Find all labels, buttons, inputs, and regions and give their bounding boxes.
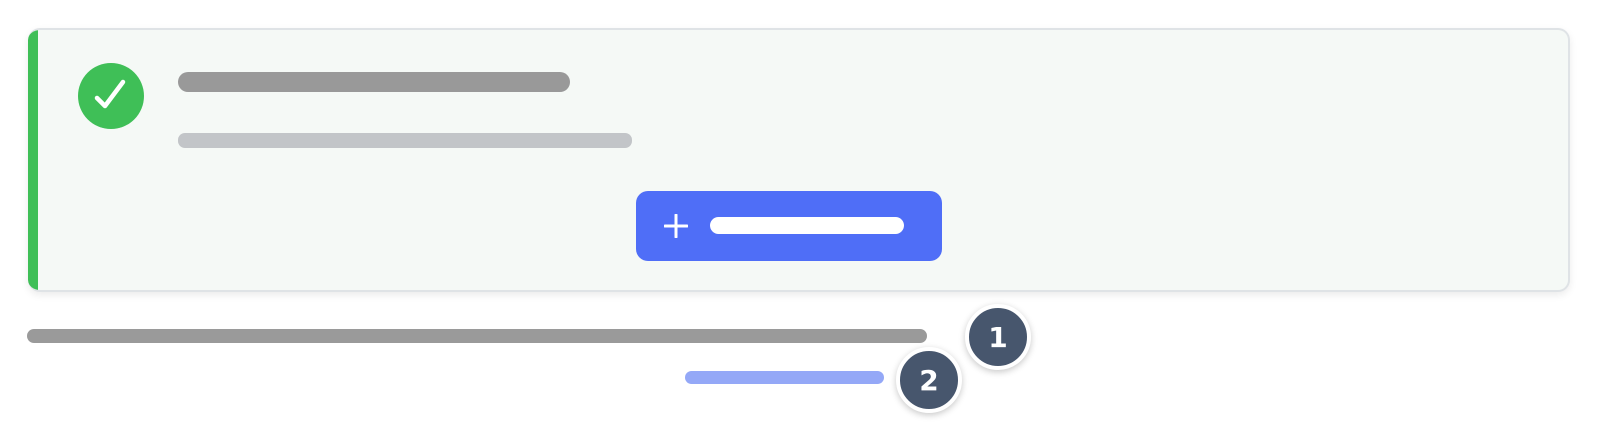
step-badge-2[interactable]: 2 — [896, 347, 962, 413]
step-badge-1[interactable]: 1 — [965, 304, 1031, 370]
add-action-button-label — [710, 217, 904, 234]
checkmark-icon — [94, 79, 126, 109]
success-accent-stripe — [28, 30, 38, 290]
add-action-button[interactable] — [636, 191, 942, 261]
check-circle-icon — [78, 63, 144, 129]
success-card — [28, 28, 1570, 292]
plus-icon — [664, 214, 688, 238]
success-title — [178, 72, 570, 92]
footer-text — [27, 329, 927, 343]
footer-link[interactable] — [685, 371, 884, 384]
success-subtitle — [178, 133, 632, 148]
page: 1 2 — [0, 0, 1600, 432]
